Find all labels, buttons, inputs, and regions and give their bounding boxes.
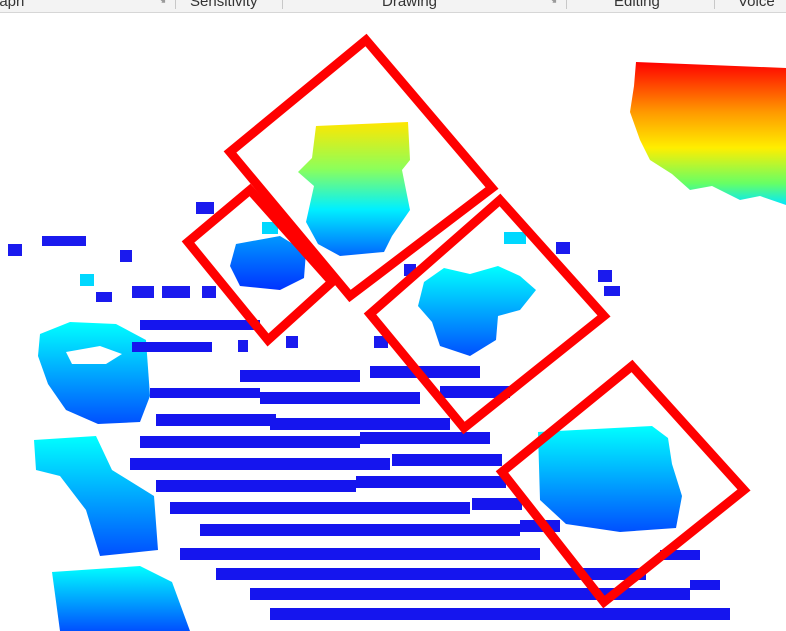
group-label-drawing[interactable]: Drawing [382, 0, 437, 11]
group-separator [282, 0, 283, 9]
group-label-graph[interactable]: graph [0, 0, 24, 11]
group-label-editing[interactable]: Editing [614, 0, 660, 11]
group-label-voice[interactable]: Voice [738, 0, 775, 11]
ribbon-group-labels: graph ⬊ Sensitivity Drawing ⬊ Editing Vo… [0, 0, 786, 13]
group-separator [566, 0, 567, 9]
heat-region [418, 266, 536, 356]
heat-region [630, 62, 786, 205]
depth-heatmap-image [8, 33, 786, 631]
group-separator [175, 0, 176, 9]
dialog-launcher-icon[interactable]: ⬊ [547, 0, 559, 6]
heat-region [52, 566, 190, 631]
heat-region [298, 122, 410, 256]
dialog-launcher-icon[interactable]: ⬊ [156, 0, 168, 6]
heat-region [38, 322, 150, 424]
heat-region [34, 436, 158, 556]
group-separator [714, 0, 715, 9]
heat-region [538, 426, 682, 532]
image-canvas[interactable] [0, 13, 786, 631]
group-label-sensitivity[interactable]: Sensitivity [190, 0, 258, 11]
